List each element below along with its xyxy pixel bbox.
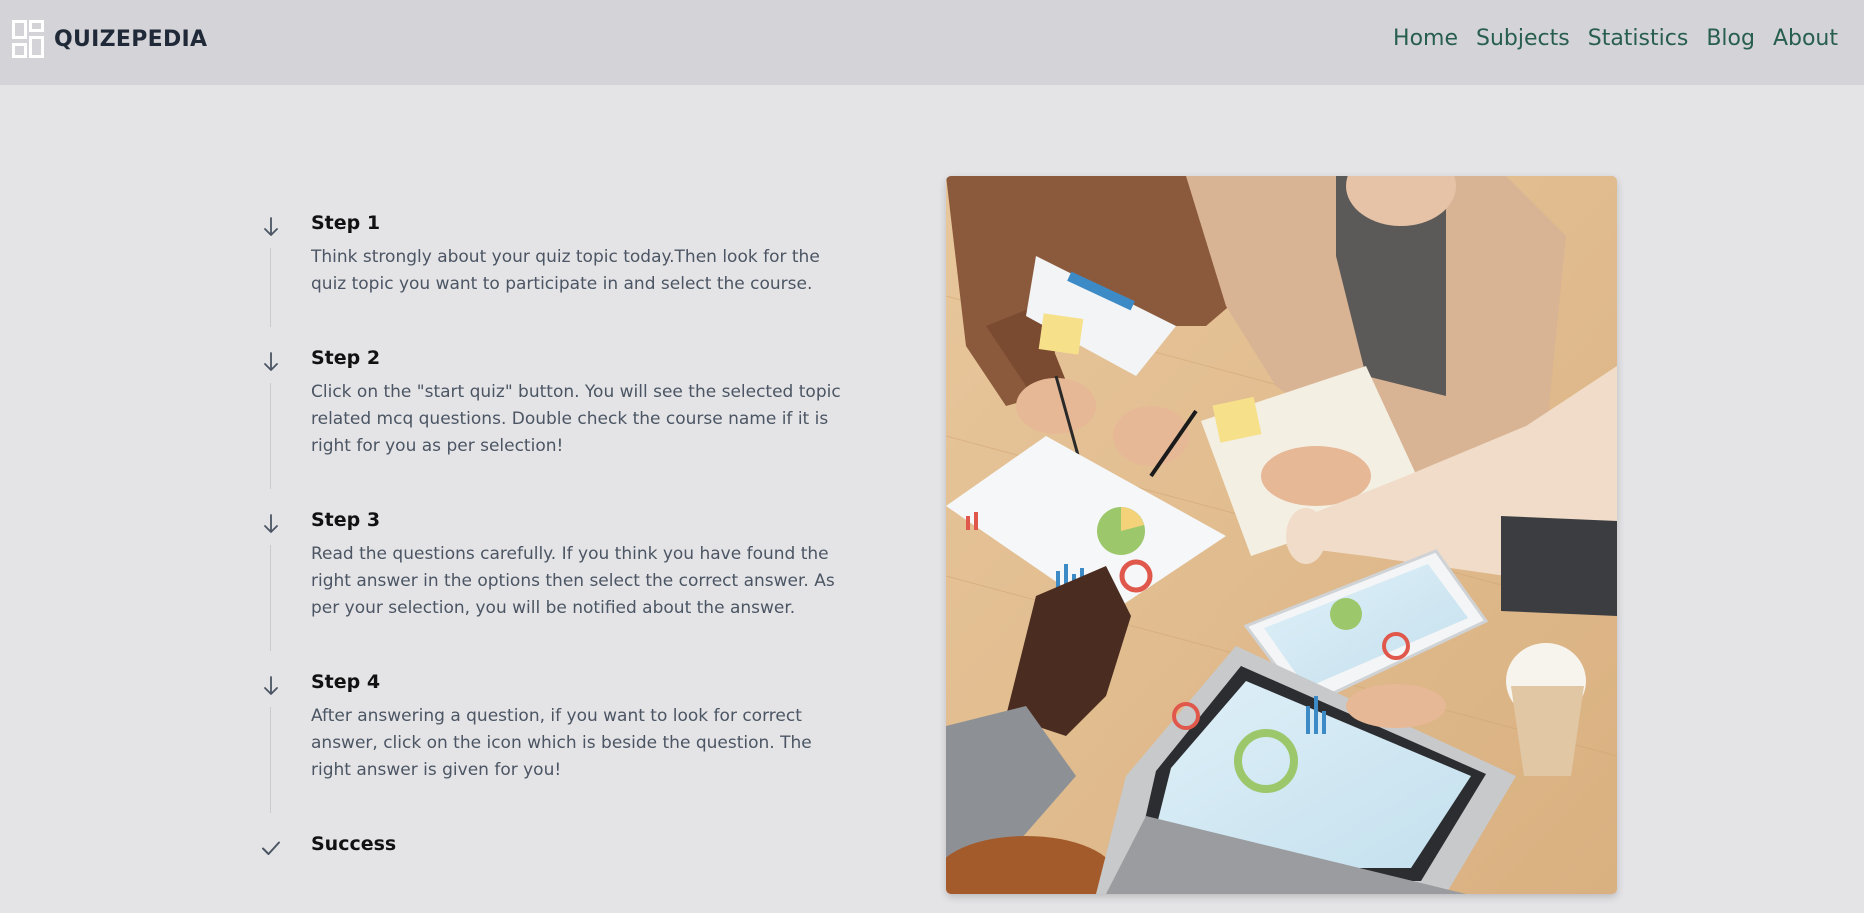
step-title: Success (311, 833, 397, 855)
step-item: Step 1 Think strongly about your quiz to… (258, 208, 858, 343)
steps-list: Step 1 Think strongly about your quiz to… (258, 208, 858, 869)
nav-home[interactable]: Home (1393, 26, 1458, 51)
team-meeting-illustration (946, 176, 1617, 894)
step-connector (270, 707, 271, 813)
step-description: Click on the "start quiz" button. You wi… (311, 382, 841, 456)
arrow-down-icon (264, 217, 278, 236)
step-connector (270, 383, 271, 489)
arrow-down-icon (264, 352, 278, 371)
step-connector (270, 248, 271, 327)
main-nav: Home Subjects Statistics Blog About (1393, 26, 1838, 51)
brand-name: QUIZEPEDIA (54, 26, 208, 52)
logo-icon (12, 20, 44, 58)
step-description: Read the questions carefully. If you thi… (311, 544, 835, 618)
step-connector (270, 545, 271, 651)
step-description: Think strongly about your quiz topic tod… (311, 247, 820, 294)
nav-subjects[interactable]: Subjects (1476, 26, 1570, 51)
nav-statistics[interactable]: Statistics (1588, 26, 1689, 51)
step-description: After answering a question, if you want … (311, 706, 812, 780)
team-meeting-image (946, 176, 1617, 894)
step-item: Step 4 After answering a question, if yo… (258, 667, 858, 829)
brand[interactable]: QUIZEPEDIA (12, 20, 207, 58)
nav-about[interactable]: About (1773, 26, 1838, 51)
arrow-down-icon (264, 514, 278, 533)
nav-blog[interactable]: Blog (1706, 26, 1755, 51)
step-item-success: Success (258, 829, 858, 869)
step-item: Step 3 Read the questions carefully. If … (258, 505, 858, 667)
navbar: QUIZEPEDIA Home Subjects Statistics Blog… (0, 0, 1864, 85)
step-title: Step 2 (311, 347, 381, 369)
step-title: Step 1 (311, 212, 381, 234)
arrow-down-icon (264, 676, 278, 695)
check-icon (262, 841, 280, 855)
step-item: Step 2 Click on the "start quiz" button.… (258, 343, 858, 505)
step-title: Step 3 (311, 509, 381, 531)
step-title: Step 4 (311, 671, 381, 693)
